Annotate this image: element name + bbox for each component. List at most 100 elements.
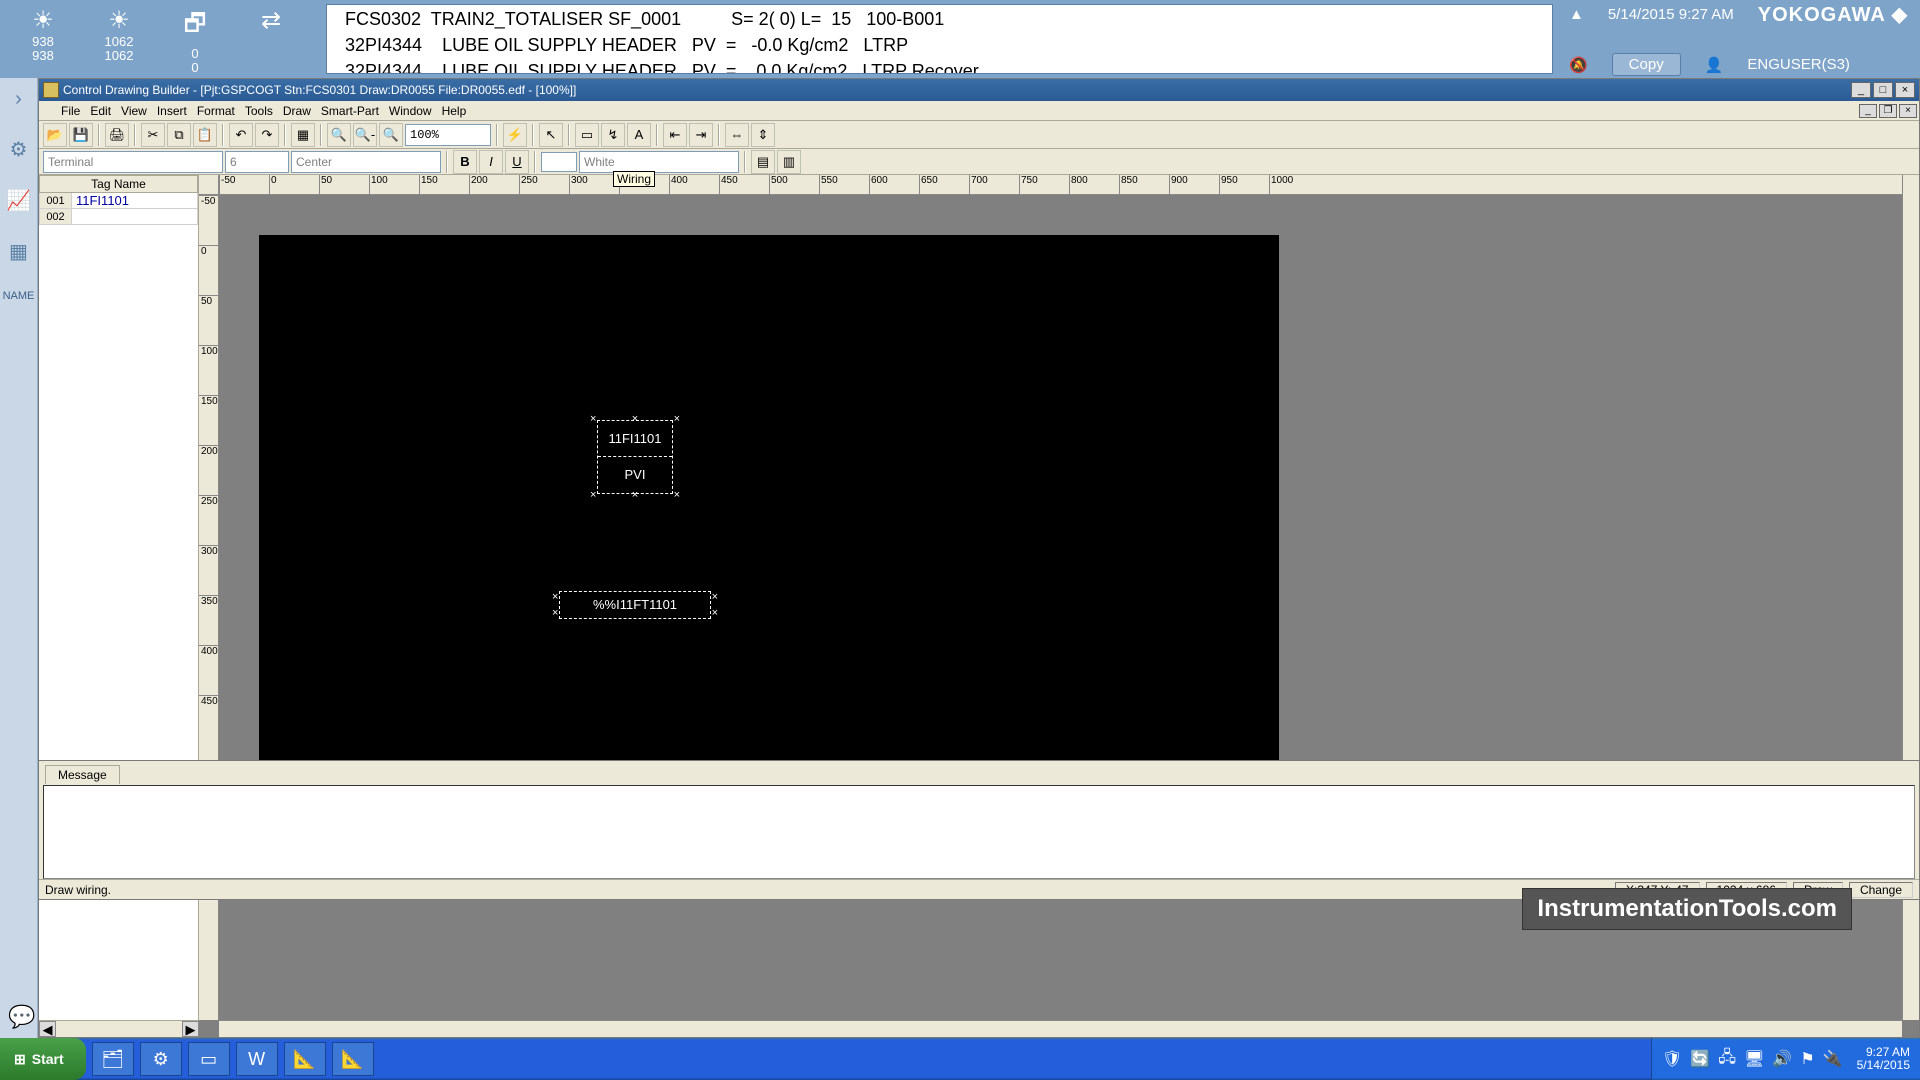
paste-icon[interactable]: 📋 bbox=[193, 123, 217, 147]
menu-tools[interactable]: Tools bbox=[245, 104, 273, 118]
save-icon[interactable]: 💾 bbox=[69, 123, 93, 147]
minimize-button[interactable]: _ bbox=[1851, 82, 1871, 98]
block-icon[interactable]: ▭ bbox=[575, 123, 599, 147]
handle-icon[interactable]: × bbox=[632, 489, 638, 501]
doc-close-button[interactable]: × bbox=[1899, 104, 1917, 118]
menu-view[interactable]: View bbox=[121, 104, 147, 118]
row-tag: 11FI1101 bbox=[72, 193, 198, 209]
menu-smartpart[interactable]: Smart-Part bbox=[321, 104, 379, 118]
message-area[interactable] bbox=[43, 785, 1915, 879]
chevron-right-icon[interactable]: › bbox=[15, 88, 22, 111]
trend-icon[interactable]: 📈 bbox=[6, 188, 31, 213]
print-icon[interactable]: 🖨 bbox=[105, 123, 129, 147]
align-combo[interactable] bbox=[291, 151, 441, 173]
menu-draw[interactable]: Draw bbox=[283, 104, 311, 118]
shield-icon[interactable]: 🛡 bbox=[1662, 1049, 1682, 1069]
zoom-in-icon[interactable]: 🔍+ bbox=[327, 123, 351, 147]
menu-format[interactable]: Format bbox=[197, 104, 235, 118]
handle-icon[interactable]: × bbox=[674, 489, 680, 501]
zoom-fit-icon[interactable]: 🔍= bbox=[379, 123, 403, 147]
handle-icon[interactable]: × bbox=[632, 413, 638, 425]
io-block[interactable]: %%I11FT1101 × × × × bbox=[559, 591, 711, 619]
dcs-pod-2[interactable]: 🗗 0 0 bbox=[164, 6, 226, 72]
align-right-icon[interactable]: ⇥ bbox=[689, 123, 713, 147]
scroll-left-icon[interactable]: ◀ bbox=[39, 1021, 56, 1037]
volume-icon[interactable]: 🔊 bbox=[1772, 1049, 1792, 1069]
bold-icon[interactable]: B bbox=[453, 150, 477, 174]
flag-icon[interactable]: ⚑ bbox=[1800, 1049, 1814, 1069]
menu-insert[interactable]: Insert bbox=[157, 104, 187, 118]
close-button[interactable]: × bbox=[1895, 82, 1915, 98]
handle-icon[interactable]: × bbox=[552, 600, 558, 626]
canvas-hscroll[interactable] bbox=[219, 1020, 1902, 1037]
network-icon[interactable]: 🖧 bbox=[1718, 1046, 1736, 1073]
scroll-right-icon[interactable]: ▶ bbox=[182, 1021, 199, 1037]
task-drawing-1[interactable]: 📐 bbox=[284, 1042, 326, 1076]
task-sysview[interactable]: ⚙ bbox=[140, 1042, 182, 1076]
tray-clock[interactable]: 9:27 AM 5/14/2015 bbox=[1857, 1046, 1910, 1072]
pod1-val2: 1062 bbox=[105, 49, 134, 63]
generate-icon[interactable]: ⚡ bbox=[503, 123, 527, 147]
sheet-icon[interactable]: ▥ bbox=[777, 150, 801, 174]
function-block-pvi[interactable]: 11FI1101 PVI × × × × × × bbox=[597, 420, 673, 494]
tuning-icon[interactable]: ⚙ bbox=[10, 137, 28, 162]
zoom-out-icon[interactable]: 🔍- bbox=[353, 123, 377, 147]
menu-help[interactable]: Help bbox=[442, 104, 467, 118]
drawing-sheet[interactable]: 11FI1101 PVI × × × × × × %%I11FT1101 × ×… bbox=[259, 235, 1279, 835]
message-tab[interactable]: Message bbox=[45, 765, 120, 784]
titlebar[interactable]: Control Drawing Builder - [Pjt:GSPCOGT S… bbox=[39, 79, 1919, 101]
sync-icon[interactable]: 🔄 bbox=[1690, 1049, 1710, 1069]
task-word[interactable]: W bbox=[236, 1042, 278, 1076]
chat-icon[interactable]: 💬 bbox=[8, 1004, 35, 1030]
user-icon[interactable]: 👤 bbox=[1705, 56, 1724, 74]
page-setup-icon[interactable]: ▤ bbox=[751, 150, 775, 174]
monitor-icon[interactable]: 🖥 bbox=[1744, 1049, 1764, 1069]
dcs-pod-0[interactable]: ☀ 938 938 bbox=[12, 6, 74, 72]
taglist-row[interactable]: 002 bbox=[40, 209, 198, 225]
handle-icon[interactable]: × bbox=[590, 489, 596, 501]
tagpanel-hscroll[interactable]: ◀ ▶ bbox=[39, 1020, 199, 1037]
maximize-button[interactable]: □ bbox=[1873, 82, 1893, 98]
usb-icon[interactable]: 🔌 bbox=[1823, 1049, 1843, 1069]
align-left-icon[interactable]: ⇤ bbox=[663, 123, 687, 147]
undo-icon[interactable]: ↶ bbox=[229, 123, 253, 147]
toolbar-main: 📂 💾 🖨 ✂ ⧉ 📋 ↶ ↷ ▦ 🔍+ 🔍- 🔍= ⚡ ↖ ▭ ↯ A ⇤ ⇥… bbox=[39, 121, 1919, 149]
menu-edit[interactable]: Edit bbox=[90, 104, 111, 118]
redo-icon[interactable]: ↷ bbox=[255, 123, 279, 147]
menu-window[interactable]: Window bbox=[389, 104, 432, 118]
dcs-pod-1[interactable]: ☀ 1062 1062 bbox=[88, 6, 150, 72]
open-icon[interactable]: 📂 bbox=[43, 123, 67, 147]
font-combo[interactable] bbox=[43, 151, 223, 173]
distribute-v-icon[interactable]: ⇕ bbox=[751, 123, 775, 147]
ack-icon[interactable]: 🔕 bbox=[1569, 56, 1588, 74]
menu-file[interactable]: File bbox=[61, 104, 80, 118]
grid-icon[interactable]: ▦ bbox=[9, 239, 28, 264]
distribute-h-icon[interactable]: ⇔ bbox=[725, 123, 749, 147]
copy-button[interactable]: Copy bbox=[1612, 53, 1681, 76]
size-combo[interactable] bbox=[225, 151, 289, 173]
zoom-combo[interactable] bbox=[405, 124, 491, 146]
handle-icon[interactable]: × bbox=[712, 600, 718, 626]
pointer-icon[interactable]: ↖ bbox=[539, 123, 563, 147]
taglist-row[interactable]: 001 11FI1101 bbox=[40, 193, 198, 209]
handle-icon[interactable]: × bbox=[590, 413, 596, 425]
line-color-combo[interactable] bbox=[579, 151, 739, 173]
task-drawing-2[interactable]: 📐 bbox=[332, 1042, 374, 1076]
doc-restore-button[interactable]: ❐ bbox=[1879, 104, 1897, 118]
grid-toggle-icon[interactable]: ▦ bbox=[291, 123, 315, 147]
doc-minimize-button[interactable]: _ bbox=[1859, 104, 1877, 118]
scroll-up-icon[interactable]: ▲ bbox=[1569, 6, 1584, 23]
underline-icon[interactable]: U bbox=[505, 150, 529, 174]
cut-icon[interactable]: ✂ bbox=[141, 123, 165, 147]
start-button[interactable]: ⊞ Start bbox=[0, 1038, 86, 1080]
task-builder[interactable]: ▭ bbox=[188, 1042, 230, 1076]
dcs-pod-3[interactable]: ⇄ bbox=[240, 6, 302, 72]
name-button[interactable]: NAME bbox=[3, 290, 35, 302]
line-color-swatch[interactable] bbox=[541, 152, 577, 172]
italic-icon[interactable]: I bbox=[479, 150, 503, 174]
task-explorer[interactable]: 🗂 bbox=[92, 1042, 134, 1076]
text-icon[interactable]: A bbox=[627, 123, 651, 147]
copy-icon[interactable]: ⧉ bbox=[167, 123, 191, 147]
handle-icon[interactable]: × bbox=[674, 413, 680, 425]
wiring-icon[interactable]: ↯ bbox=[601, 123, 625, 147]
